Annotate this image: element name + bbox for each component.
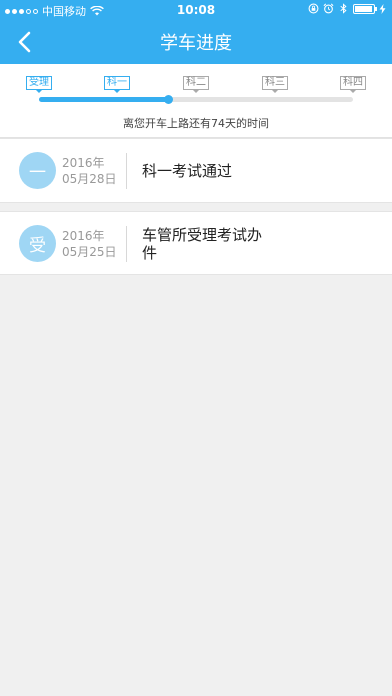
stage-label-subject-4: 科四 — [340, 76, 366, 93]
timeline-badge: 受 — [19, 225, 56, 262]
timeline-divider — [126, 226, 127, 262]
alarm-icon — [323, 3, 334, 14]
progress-track — [39, 95, 353, 104]
timeline-year: 2016年 — [62, 229, 105, 243]
timeline-badge: 一 — [19, 152, 56, 189]
stage-label-acceptance: 受理 — [26, 76, 52, 93]
progress-marker — [163, 95, 173, 104]
timeline-date: 05月28日 — [62, 172, 117, 186]
timeline-event: 车管所受理考试办件 — [142, 226, 263, 262]
status-right — [308, 3, 386, 14]
timeline-item: 一 2016年 05月28日 科一考试通过 — [0, 138, 392, 203]
progress-fill — [39, 97, 168, 102]
timeline-event: 科一考试通过 — [142, 162, 233, 180]
header: 中国移动 10:08 学车进度 — [0, 0, 392, 64]
navbar: 学车进度 — [0, 20, 392, 64]
timeline-item: 受 2016年 05月25日 车管所受理考试办件 — [0, 211, 392, 275]
status-bar: 中国移动 10:08 — [0, 0, 392, 20]
stage-label-subject-2: 科二 — [183, 76, 209, 93]
bluetooth-icon — [340, 3, 347, 14]
remaining-days-text: 离您开车上路还有74天的时间 — [123, 117, 269, 130]
bolt-icon — [379, 3, 386, 14]
rotation-lock-icon — [308, 3, 319, 14]
timeline-divider — [126, 153, 127, 189]
screen: 中国移动 10:08 学车进度 受理 科一 科二 科三 科四 离您开车上路还有7… — [0, 0, 392, 696]
stage-label-subject-1: 科一 — [104, 76, 130, 93]
timeline-date: 05月25日 — [62, 245, 117, 259]
page-title: 学车进度 — [160, 33, 232, 54]
progress-panel: 受理 科一 科二 科三 科四 离您开车上路还有74天的时间 — [0, 64, 392, 138]
battery-icon — [353, 3, 377, 14]
stage-label-subject-3: 科三 — [262, 76, 288, 93]
timeline-year: 2016年 — [62, 156, 105, 170]
